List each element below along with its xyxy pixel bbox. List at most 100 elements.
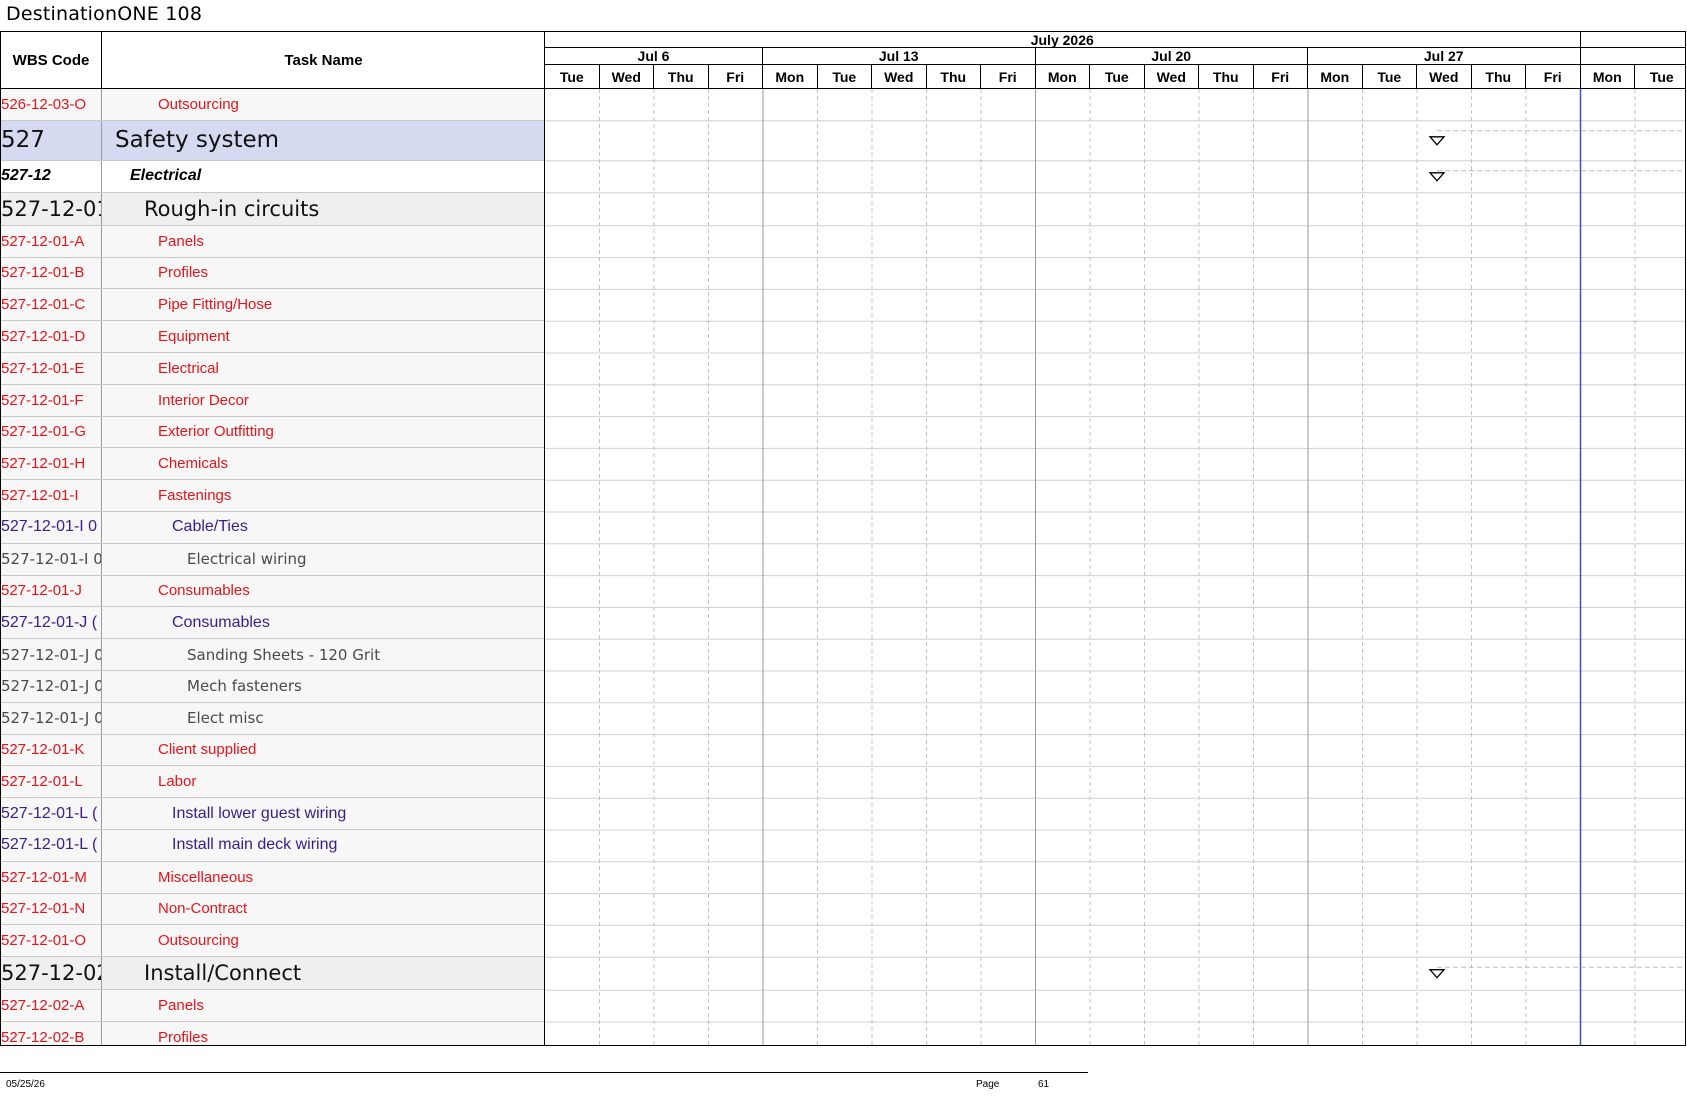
wbs-code-cell: 527-12-01-L ( [1,798,102,829]
task-name-cell: Sanding Sheets - 120 Grit [187,645,381,664]
footer-page-label: Page [976,1079,1000,1090]
gantt-timeline: July 2026 Jul 6 Tue Wed Thu Fri Jul 13 Mon Tue We… [545,32,1685,1045]
task-name-cell: Client supplied [158,741,257,759]
task-name-cell: Outsourcing [158,932,239,950]
task-name-cell: Non-Contract [158,900,248,918]
table-row[interactable]: 527-12-01-L ( Install lower guest wiring [1,798,545,830]
wbs-code-cell: 526-12-03-O [1,89,102,120]
wbs-code-cell: 527-12-01-I 01 [1,543,102,575]
wbs-code-cell: 527-12-01-I 0 [1,511,102,543]
task-name-cell: Cable/Ties [172,518,248,536]
task-name-cell: Mech fasteners [187,677,302,696]
wbs-code-cell: 527-12-01-A [1,225,102,257]
column-header-wbs-code[interactable]: WBS Code [1,32,102,89]
table-row[interactable]: 527-12-02-B Profiles [1,1021,545,1046]
task-name-cell: Elect misc [187,709,264,728]
task-name-cell: Install lower guest wiring [172,804,347,822]
wbs-code-cell: 527-12-01-L ( [1,829,102,861]
task-name-cell: Safety system [115,127,280,154]
table-row[interactable]: 527-12-01-J (Consumables [1,607,545,640]
task-name-cell: Exterior Outfitting [158,423,274,441]
table-row[interactable]: 527-12-01-I 0 Cable/Ties [1,511,545,544]
wbs-code-cell: 527-12-01-O [1,925,102,957]
table-row[interactable]: 527-12-01-D Equipment [1,321,545,353]
table-row[interactable]: 527-12-01-J 01 Sanding Sheets - 120 Grit [1,639,545,671]
wbs-code-cell: 527-12-01-L [1,766,102,798]
task-name-cell: Profiles [158,1028,209,1046]
wbs-code-cell: 527-12-02-A [1,990,102,1021]
task-name-cell: Electrical [130,167,202,185]
table-row[interactable]: 527-12-01-O Outsourcing [1,925,545,958]
task-name-cell: Panels [158,232,204,250]
task-name-cell: Pipe Fitting/Hose [158,296,273,314]
footer-rule [0,1072,1088,1073]
milestone-marker [1428,969,1446,979]
table-row[interactable]: 527-12-02-A Panels [1,990,545,1022]
wbs-code-cell: 527-12-01-M [1,861,102,893]
table-row[interactable]: 527-12-01-N Non-Contract [1,893,545,926]
table-row[interactable]: 527 Safety system [1,120,545,161]
wbs-code-cell: 527-12-02-B [1,1021,102,1045]
task-name-cell: Install main deck wiring [172,836,338,854]
table-row[interactable]: 527-12 Electrical [1,160,545,193]
wbs-code-cell: 527-12-01-F [1,384,102,416]
footer-date: 05/25/26 [6,1079,45,1090]
table-row[interactable]: 527-12-01-I 01 Electrical wiring [1,543,545,576]
table-row[interactable]: 527-12-01-K Client supplied [1,734,545,767]
table-row[interactable]: 527-12-01-J Consumables [1,575,545,608]
task-name-cell: Electrical wiring [187,550,307,569]
table-row[interactable]: 527-12-01-A Panels [1,225,545,258]
wbs-code-cell: 527-12-01-K [1,734,102,766]
task-table: WBS Code Task Name 526-12-03-O Outsourcin… [1,32,545,1045]
task-name-cell: Profiles [158,264,209,282]
footer-page-number: 61 [1038,1079,1050,1090]
wbs-code-cell: 527-12-01-B [1,257,102,289]
table-row[interactable]: 527-12-01-I Fastenings [1,480,545,512]
task-name-cell: Install/Connect [144,961,302,986]
table-row[interactable]: 527-12-01-J 01 Elect misc [1,702,545,735]
wbs-code-cell: 527-12-01-J 01 [1,639,102,670]
wbs-code-cell: 527-12-01-H [1,448,102,480]
wbs-code-cell: 527-12-01-G [1,416,102,448]
table-row[interactable]: 527-12-02 Install/Connect [1,957,545,991]
gantt-grid [545,89,1685,1045]
wbs-code-cell: 527-12 [1,160,102,192]
task-name-cell: Rough-in circuits [144,196,320,221]
task-name-cell: Miscellaneous [158,868,254,886]
task-name-cell: Equipment [158,328,230,346]
wbs-code-cell: 527-12-01-D [1,321,102,352]
table-row[interactable]: 527-12-01 Rough-in circuits [1,192,545,226]
gantt-sheet: WBS Code Task Name 526-12-03-O Outsourcin… [0,31,1686,1046]
table-row[interactable]: 527-12-01-L Labor [1,766,545,799]
task-name-cell: Chemicals [158,455,229,473]
wbs-code-cell: 527-12-01-J 01 [1,670,102,702]
table-row[interactable]: 527-12-01-F Interior Decor [1,384,545,417]
table-row[interactable]: 527-12-01-C Pipe Fitting/Hose [1,289,545,322]
milestone-marker [1428,172,1446,182]
wbs-code-cell: 527-12-01 [1,192,102,225]
table-row[interactable]: 527-12-01-M Miscellaneous [1,861,545,894]
wbs-code-cell: 527-12-01-N [1,893,102,925]
task-name-cell: Interior Decor [158,391,249,409]
wbs-code-cell: 527-12-02 [1,957,102,990]
wbs-code-cell: 527-12-01-I [1,480,102,511]
wbs-code-cell: 527-12-01-E [1,352,102,384]
table-row[interactable]: 527-12-01-G Exterior Outfitting [1,416,545,449]
column-header-task-name[interactable]: Task Name [102,32,545,89]
table-row[interactable]: 527-12-01-J 01 Mech fasteners [1,670,545,703]
task-name-cell: Electrical [158,359,219,377]
wbs-code-cell: 527-12-01-J 01 [1,702,102,734]
task-name-cell: Fastenings [158,487,232,505]
task-name-cell: Panels [158,997,204,1015]
task-rows: 526-12-03-O Outsourcing 527 Safety system 52… [1,89,545,1046]
task-name-cell: Outsourcing [158,95,239,113]
document-title: DestinationONE 108 [6,3,203,25]
table-row[interactable]: 526-12-03-O Outsourcing [1,89,545,121]
table-row[interactable]: 527-12-01-E Electrical [1,352,545,385]
task-name-cell: Consumables [158,582,250,600]
table-row[interactable]: 527-12-01-H Chemicals [1,448,545,481]
wbs-code-cell: 527-12-01-C [1,289,102,321]
table-row[interactable]: 527-12-01-B Profiles [1,257,545,290]
table-row[interactable]: 527-12-01-L ( Install main deck wiring [1,829,545,862]
task-name-cell: Consumables [172,613,270,631]
